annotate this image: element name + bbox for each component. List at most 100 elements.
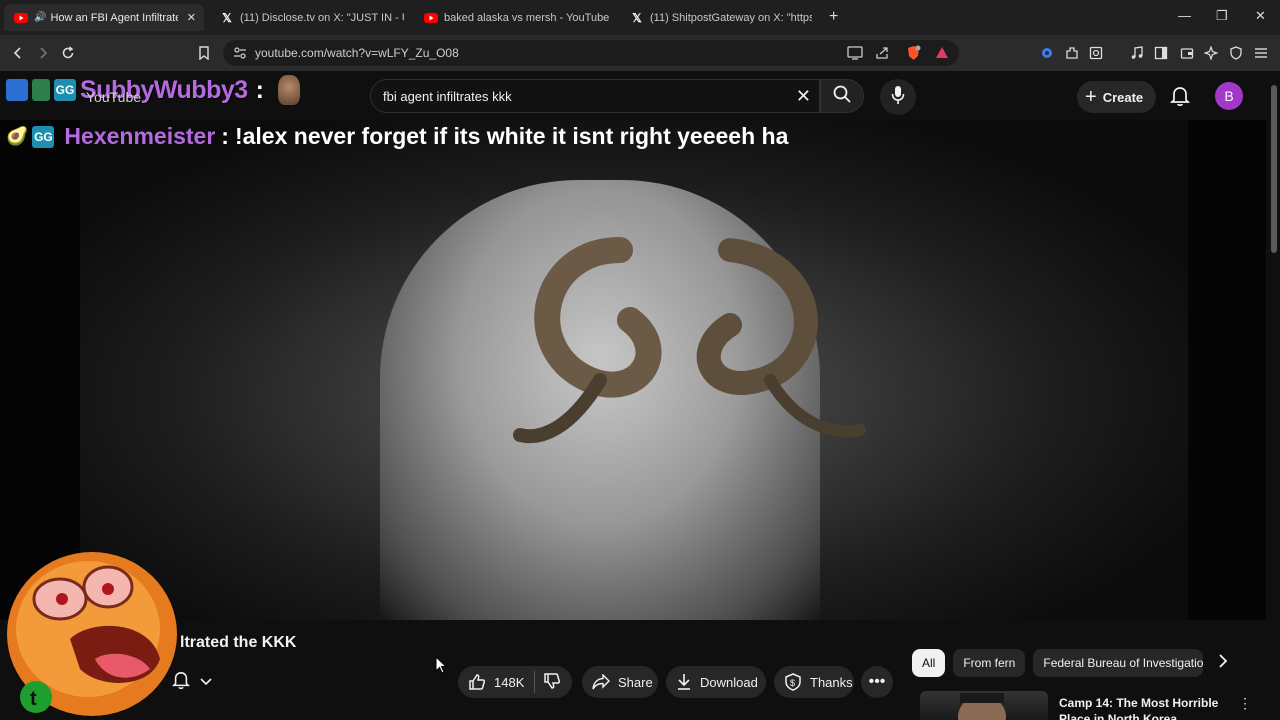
more-actions-button[interactable]: ••• [861,666,893,698]
notifications-icon[interactable] [1169,85,1191,112]
chip-federal-bureau[interactable]: Federal Bureau of Investigation [1033,649,1204,677]
svg-text:t: t [30,688,37,710]
thanks-label: Thanks [810,674,853,690]
download-button[interactable]: Download [666,666,766,698]
browser-tab-strip: 🔊 How an FBI Agent Infiltrated t ✕ 𝕏 (11… [0,0,1280,35]
microphone-icon [891,85,905,110]
screenshot-icon[interactable] [1086,43,1106,63]
site-settings-icon[interactable] [233,46,247,65]
wallet-icon[interactable] [1177,43,1197,63]
svg-text:$: $ [790,678,795,688]
chat-separator: : [221,123,229,149]
thumbs-down-icon [543,672,561,693]
extensions-icon[interactable] [1062,43,1082,63]
sidebar-icon[interactable] [1151,43,1171,63]
plus-icon: + [1085,86,1097,108]
download-icon [676,673,692,691]
clear-search-icon[interactable]: ✕ [796,87,811,105]
recommended-title[interactable]: Camp 14: The Most Horrible Place in Nort… [1059,695,1219,720]
video-frame [80,120,1188,620]
x-icon: 𝕏 [222,10,232,25]
dislike-button[interactable] [536,666,568,698]
page-scrollbar[interactable] [1268,71,1280,720]
browser-toolbar: youtube.com/watch?v=wLFY_Zu_O08 [0,35,1280,71]
mouse-cursor-icon [435,656,447,674]
bookmark-icon[interactable] [194,43,214,63]
search-query: fbi agent infiltrates kkk [383,89,512,104]
voice-search-button[interactable] [880,79,916,115]
recommended-video[interactable]: Camp 14: The Most Horrible Place in Nort… [920,691,1265,720]
x-icon: 𝕏 [632,10,642,25]
address-bar[interactable]: youtube.com/watch?v=wLFY_Zu_O08 [223,40,959,66]
create-button[interactable]: + Create [1077,81,1156,113]
streamer-mascot-image: t [7,552,177,716]
restore-icon[interactable]: ❐ [1216,8,1228,24]
tab-title: (11) ShitpostGateway on X: "https://t [650,11,812,24]
chat-message-text: !alex never forget if its white it isnt … [234,123,789,149]
stream-overlay-name: GG SubbyWubby3 : [6,75,300,105]
thanks-button[interactable]: $ Thanks [774,666,854,698]
badge-icon [6,79,28,101]
brave-rewards-icon[interactable] [935,46,949,64]
search-icon [832,84,852,109]
leo-ai-icon[interactable] [1201,43,1221,63]
menu-icon[interactable] [1251,43,1271,63]
close-window-icon[interactable]: ✕ [1255,8,1266,24]
emote-face-image [278,75,300,105]
tab-title: How an FBI Agent Infiltrated t [50,11,179,24]
speaker-icon[interactable]: 🔊 [34,12,46,23]
gg-badge-icon: GG [32,125,55,148]
super-thanks-icon: $ [784,673,802,691]
tab-baked-alaska[interactable]: baked alaska vs mersh - YouTube [414,4,614,31]
search-button[interactable] [820,79,864,113]
share-icon [592,674,610,690]
chip-all[interactable]: All [912,649,946,677]
new-tab-icon[interactable]: + [829,8,838,26]
gg-badge-icon: GG [54,79,76,101]
thumbs-up-icon [468,673,486,691]
youtube-page: fbi agent infiltrates kkk ✕ + Create B G… [0,71,1280,720]
back-icon[interactable] [8,43,28,63]
youtube-icon [424,11,438,25]
search-input[interactable]: fbi agent infiltrates kkk ✕ [370,79,820,113]
brave-shields-icon[interactable] [906,45,921,66]
more-vertical-icon[interactable]: ⋮ [1238,695,1252,712]
tab-how-an-fbi-agent[interactable]: 🔊 How an FBI Agent Infiltrated t ✕ [4,4,204,31]
stream-chat-message: 🥑 GG Hexenmeister : !alex never forget i… [6,123,788,150]
close-tab-icon[interactable]: ✕ [187,11,196,24]
download-label: Download [700,674,758,690]
shield-icon[interactable] [1226,43,1246,63]
youtube-logo-text: YouTube [86,89,142,105]
forward-icon[interactable] [33,43,53,63]
recommended-thumbnail[interactable] [920,691,1048,720]
video-title: ltrated the KKK [180,634,297,651]
tab-title: (11) Disclose.tv on X: "JUST IN - UK re [240,11,404,24]
share-label: Share [618,674,653,690]
like-count: 148K [494,674,525,690]
emote-badge-icon: 🥑 [6,126,29,146]
scrollbar-thumb[interactable] [1271,85,1277,253]
music-icon[interactable] [1127,43,1147,63]
tab-disclose-tv[interactable]: 𝕏 (11) Disclose.tv on X: "JUST IN - UK r… [210,4,406,31]
cast-icon[interactable] [847,46,863,65]
ram-horns-image [513,237,866,444]
account-avatar[interactable]: B [1215,82,1243,110]
share-page-icon[interactable] [875,46,889,65]
chat-username: Hexenmeister [64,123,216,149]
video-player[interactable] [0,120,1266,620]
chevron-right-icon[interactable] [1218,654,1228,673]
url-text: youtube.com/watch?v=wLFY_Zu_O08 [255,46,459,60]
chevron-down-icon [200,673,212,691]
overlay-colon: : [255,75,264,104]
tab-title: baked alaska vs mersh - YouTube [444,11,610,24]
vpn-icon[interactable] [1037,43,1057,63]
share-button[interactable]: Share [582,666,658,698]
reload-icon[interactable] [58,43,78,63]
chip-from-fern[interactable]: From fern [953,649,1026,677]
create-label: Create [1102,89,1144,105]
youtube-icon [14,11,28,25]
minimize-icon[interactable]: — [1178,8,1191,23]
globe-badge-icon [32,79,50,101]
tab-shitpostgateway[interactable]: 𝕏 (11) ShitpostGateway on X: "https://t [620,4,816,31]
related-filter-chips: All From fern Federal Bureau of Investig… [912,649,1211,677]
